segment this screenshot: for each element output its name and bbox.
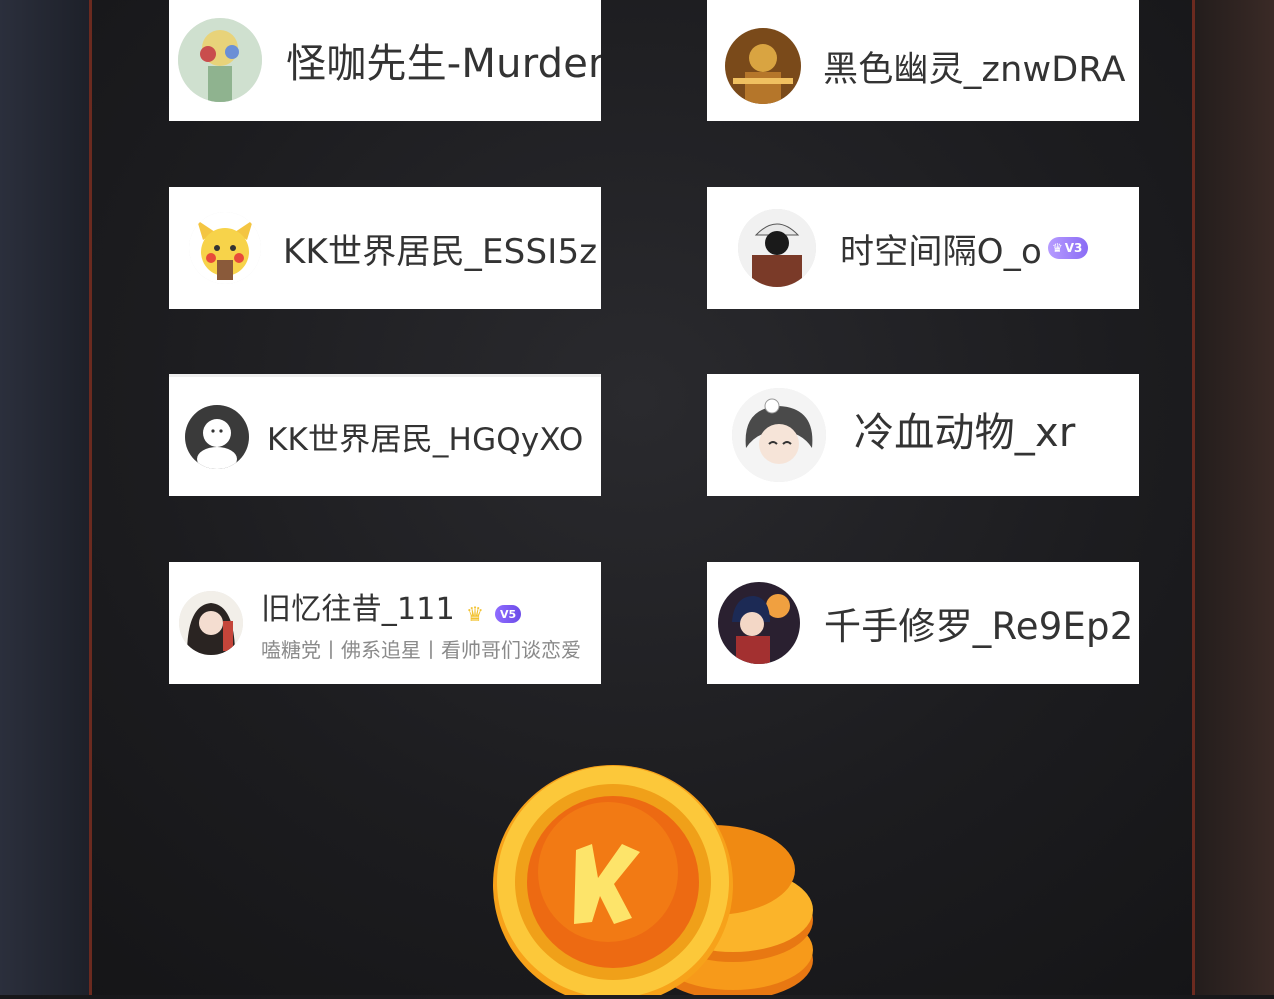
right-backdrop <box>1194 0 1274 995</box>
vip-level-badge: V5 <box>495 605 522 623</box>
crown-icon: ♛ <box>1051 241 1063 255</box>
left-backdrop <box>0 0 90 995</box>
user-avatar[interactable] <box>178 18 262 102</box>
user-avatar[interactable] <box>185 404 249 469</box>
user-name[interactable]: 黑色幽灵_znwDRA <box>823 41 1126 92</box>
user-card-5[interactable]: KK世界居民_HGQyXO <box>169 374 601 496</box>
right-border-rail <box>1192 0 1195 995</box>
user-bio: 嗑糖党丨佛系追星丨看帅哥们谈恋爱 <box>261 637 581 662</box>
user-name[interactable]: 冷血动物_xr <box>854 400 1076 458</box>
user-avatar[interactable] <box>179 591 243 655</box>
user-card-2[interactable]: 黑色幽灵_znwDRA <box>707 0 1139 121</box>
vip-level-badge: ♛ V3 <box>1047 237 1089 259</box>
user-avatar[interactable] <box>738 209 816 287</box>
user-avatar[interactable] <box>732 388 826 482</box>
k-coin-icon <box>488 760 818 999</box>
user-card-1[interactable]: 怪咖先生-Murder <box>169 0 601 121</box>
user-info: 旧忆往昔_111 ♛ V5 嗑糖党丨佛系追星丨看帅哥们谈恋爱 <box>261 584 581 663</box>
user-card-7[interactable]: 旧忆往昔_111 ♛ V5 嗑糖党丨佛系追星丨看帅哥们谈恋爱 <box>169 562 601 684</box>
user-avatar[interactable] <box>718 582 800 664</box>
user-name[interactable]: 时空间隔O_o <box>840 224 1042 273</box>
user-card-6[interactable]: 冷血动物_xr <box>707 374 1139 496</box>
user-name[interactable]: KK世界居民_HGQyXO <box>267 414 584 459</box>
user-name[interactable]: 旧忆往昔_111 <box>261 592 455 627</box>
user-name[interactable]: KK世界居民_ESSI5z <box>283 224 597 273</box>
user-card-8[interactable]: 千手修罗_Re9Ep2 <box>707 562 1139 684</box>
user-avatar[interactable] <box>189 212 261 284</box>
user-card-3[interactable]: KK世界居民_ESSI5z <box>169 187 601 309</box>
user-name[interactable]: 千手修罗_Re9Ep2 <box>824 596 1133 650</box>
user-card-4[interactable]: 时空间隔O_o ♛ V3 <box>707 187 1139 309</box>
user-name[interactable]: 怪咖先生-Murder <box>286 31 601 89</box>
user-avatar[interactable] <box>725 28 801 104</box>
crown-icon: ♛ <box>465 602 484 626</box>
left-border-rail <box>89 0 92 995</box>
